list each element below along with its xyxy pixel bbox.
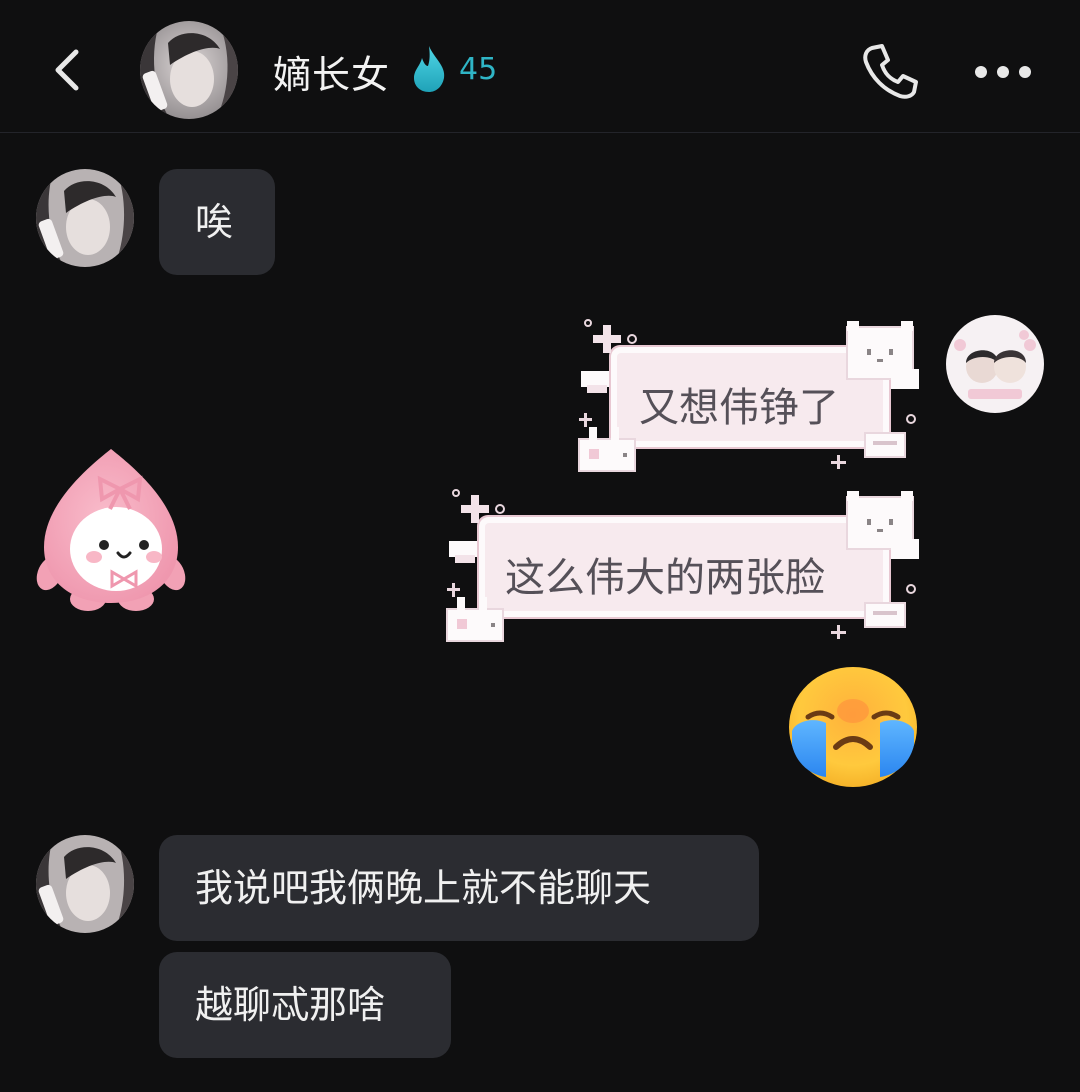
more-dots-icon (975, 66, 1031, 78)
contact-avatar-small[interactable] (36, 835, 134, 933)
contact-avatar[interactable] (140, 21, 238, 119)
peach-mascot-sticker[interactable] (36, 445, 186, 619)
chevron-left-icon (55, 49, 79, 91)
voice-call-button[interactable] (858, 38, 924, 104)
more-button[interactable] (970, 52, 1036, 92)
pixel-bunny-decoration-icon (578, 319, 919, 472)
contact-avatar-small[interactable] (36, 169, 134, 267)
chat-header: 嫡长女 45 (0, 0, 1080, 133)
message-bubble-incoming[interactable]: 我说吧我俩晚上就不能聊天 (159, 835, 759, 941)
loudly-crying-face-icon[interactable] (786, 665, 920, 793)
back-button[interactable] (36, 38, 100, 102)
message-bubble-incoming[interactable]: 唉 (159, 169, 275, 275)
message-bubble-outgoing[interactable]: 又想伟铮了 (575, 315, 925, 475)
contact-name: 嫡长女 (273, 53, 391, 97)
my-avatar[interactable] (946, 315, 1044, 413)
message-bubble-incoming[interactable]: 越聊忒那啥 (159, 952, 451, 1058)
pixel-bunny-decoration-icon (446, 489, 919, 642)
droplet-flame-icon (410, 44, 448, 94)
chat-screen: 嫡长女 45 唉 又想伟铮了 这么伟大的两张脸 我说吧我俩晚上就不能聊天 越聊忒… (0, 0, 1080, 1092)
phone-icon (863, 44, 918, 99)
spark-count: 45 (459, 52, 498, 87)
message-bubble-outgoing[interactable]: 这么伟大的两张脸 (443, 485, 925, 645)
